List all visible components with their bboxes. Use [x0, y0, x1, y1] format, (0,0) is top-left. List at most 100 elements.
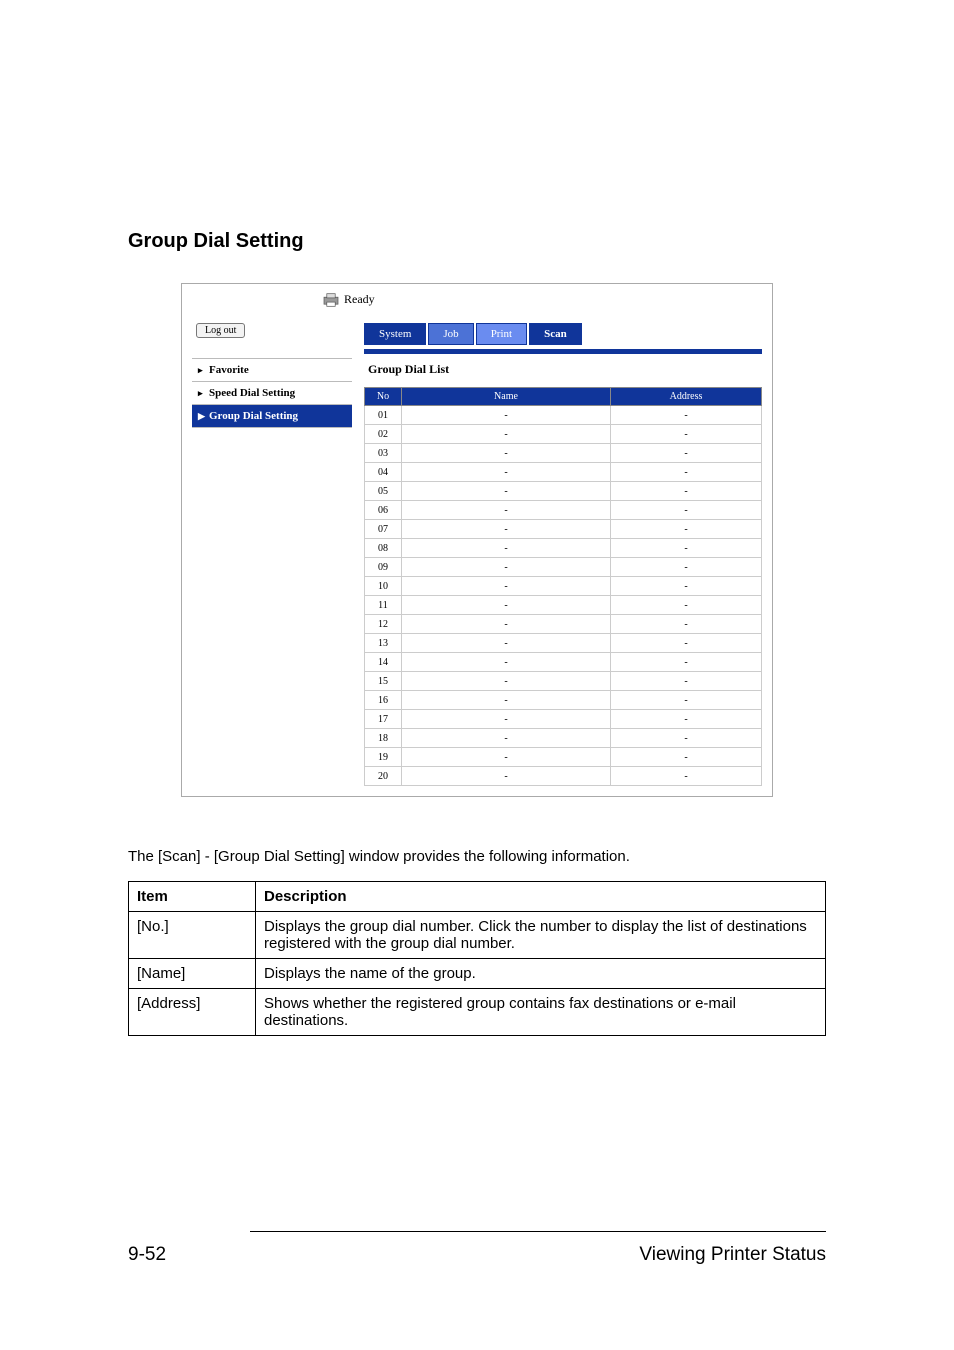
cell-no[interactable]: 05: [365, 482, 402, 501]
cell-no[interactable]: 18: [365, 729, 402, 748]
cell-no[interactable]: 12: [365, 615, 402, 634]
cell-no[interactable]: 09: [365, 558, 402, 577]
status-text: Ready: [344, 292, 375, 307]
cell-address: -: [611, 520, 762, 539]
tab-job[interactable]: Job: [428, 323, 473, 345]
cell-address: -: [611, 710, 762, 729]
cell-name: -: [402, 444, 611, 463]
cell-name: -: [402, 653, 611, 672]
cell-name: -: [402, 767, 611, 786]
cell-name: -: [402, 672, 611, 691]
cell-name: -: [402, 710, 611, 729]
info-desc: Shows whether the registered group conta…: [256, 989, 826, 1036]
cell-name: -: [402, 539, 611, 558]
cell-name: -: [402, 577, 611, 596]
cell-no[interactable]: 15: [365, 672, 402, 691]
table-row: 19--: [365, 748, 762, 767]
table-row: 08--: [365, 539, 762, 558]
web-admin-screenshot: Ready Log out ▸Favorite ▸Speed Dial Sett…: [181, 283, 773, 797]
cell-address: -: [611, 463, 762, 482]
cell-no[interactable]: 01: [365, 406, 402, 425]
cell-name: -: [402, 482, 611, 501]
table-row: 09--: [365, 558, 762, 577]
cell-no[interactable]: 20: [365, 767, 402, 786]
logout-button[interactable]: Log out: [196, 323, 245, 338]
group-dial-table: No Name Address 01--02--03--04--05--06--…: [364, 387, 762, 786]
printer-icon: [322, 293, 340, 307]
cell-no[interactable]: 17: [365, 710, 402, 729]
cell-address: -: [611, 653, 762, 672]
col-header-no: No: [365, 388, 402, 406]
chevron-right-icon: ▸: [198, 388, 206, 399]
cell-address: -: [611, 558, 762, 577]
sidebar-item-favorite[interactable]: ▸Favorite: [192, 359, 352, 382]
table-row: 11--: [365, 596, 762, 615]
cell-no[interactable]: 03: [365, 444, 402, 463]
info-row: [Name]Displays the name of the group.: [129, 959, 826, 989]
page-number: 9-52: [128, 1244, 166, 1266]
chevron-right-icon: ▸: [198, 365, 206, 376]
cell-address: -: [611, 539, 762, 558]
info-item: [Name]: [129, 959, 256, 989]
cell-name: -: [402, 425, 611, 444]
table-row: 15--: [365, 672, 762, 691]
side-nav: ▸Favorite ▸Speed Dial Setting ▶Group Dia…: [192, 358, 352, 428]
info-item: [Address]: [129, 989, 256, 1036]
cell-name: -: [402, 691, 611, 710]
info-item: [No.]: [129, 912, 256, 959]
cell-address: -: [611, 444, 762, 463]
cell-address: -: [611, 577, 762, 596]
cell-no[interactable]: 06: [365, 501, 402, 520]
sidebar-item-group-dial[interactable]: ▶Group Dial Setting: [192, 405, 352, 428]
info-header-desc: Description: [256, 882, 826, 912]
cell-no[interactable]: 08: [365, 539, 402, 558]
description-intro: The [Scan] - [Group Dial Setting] window…: [128, 847, 826, 867]
footer-rule: [250, 1231, 826, 1232]
table-row: 07--: [365, 520, 762, 539]
cell-name: -: [402, 501, 611, 520]
table-row: 16--: [365, 691, 762, 710]
table-row: 17--: [365, 710, 762, 729]
cell-no[interactable]: 19: [365, 748, 402, 767]
cell-no[interactable]: 16: [365, 691, 402, 710]
cell-name: -: [402, 406, 611, 425]
table-row: 01--: [365, 406, 762, 425]
table-row: 14--: [365, 653, 762, 672]
cell-no[interactable]: 07: [365, 520, 402, 539]
info-desc: Displays the group dial number. Click th…: [256, 912, 826, 959]
table-row: 03--: [365, 444, 762, 463]
sidebar-item-label: Favorite: [209, 364, 249, 376]
tab-underline: [364, 349, 762, 354]
tab-system[interactable]: System: [364, 323, 426, 345]
tab-scan[interactable]: Scan: [529, 323, 582, 345]
cell-no[interactable]: 10: [365, 577, 402, 596]
sidebar-item-speed-dial[interactable]: ▸Speed Dial Setting: [192, 382, 352, 405]
cell-no[interactable]: 14: [365, 653, 402, 672]
cell-no[interactable]: 04: [365, 463, 402, 482]
col-header-address: Address: [611, 388, 762, 406]
cell-name: -: [402, 558, 611, 577]
cell-address: -: [611, 501, 762, 520]
table-row: 04--: [365, 463, 762, 482]
table-row: 05--: [365, 482, 762, 501]
table-row: 20--: [365, 767, 762, 786]
cell-name: -: [402, 748, 611, 767]
table-row: 18--: [365, 729, 762, 748]
footer-title: Viewing Printer Status: [639, 1244, 826, 1266]
info-desc: Displays the name of the group.: [256, 959, 826, 989]
chevron-right-icon: ▶: [198, 411, 206, 422]
cell-no[interactable]: 11: [365, 596, 402, 615]
cell-no[interactable]: 13: [365, 634, 402, 653]
table-row: 06--: [365, 501, 762, 520]
cell-address: -: [611, 767, 762, 786]
cell-address: -: [611, 672, 762, 691]
cell-name: -: [402, 463, 611, 482]
cell-address: -: [611, 729, 762, 748]
cell-address: -: [611, 425, 762, 444]
col-header-name: Name: [402, 388, 611, 406]
cell-name: -: [402, 615, 611, 634]
tab-print[interactable]: Print: [476, 323, 527, 345]
cell-no[interactable]: 02: [365, 425, 402, 444]
sidebar-item-label: Group Dial Setting: [209, 410, 298, 422]
cell-address: -: [611, 691, 762, 710]
